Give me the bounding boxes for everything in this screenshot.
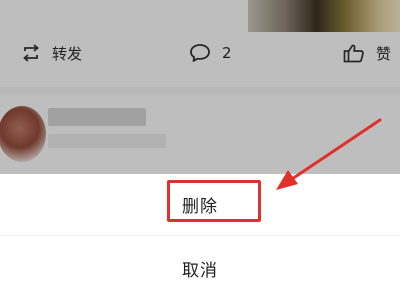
dim-overlay[interactable] [0, 0, 400, 180]
sheet-divider [0, 235, 400, 236]
screen: 转发 2 赞 删除 取消 [0, 0, 400, 290]
annotation-highlight-box [167, 180, 261, 222]
cancel-button[interactable]: 取消 [0, 240, 400, 290]
